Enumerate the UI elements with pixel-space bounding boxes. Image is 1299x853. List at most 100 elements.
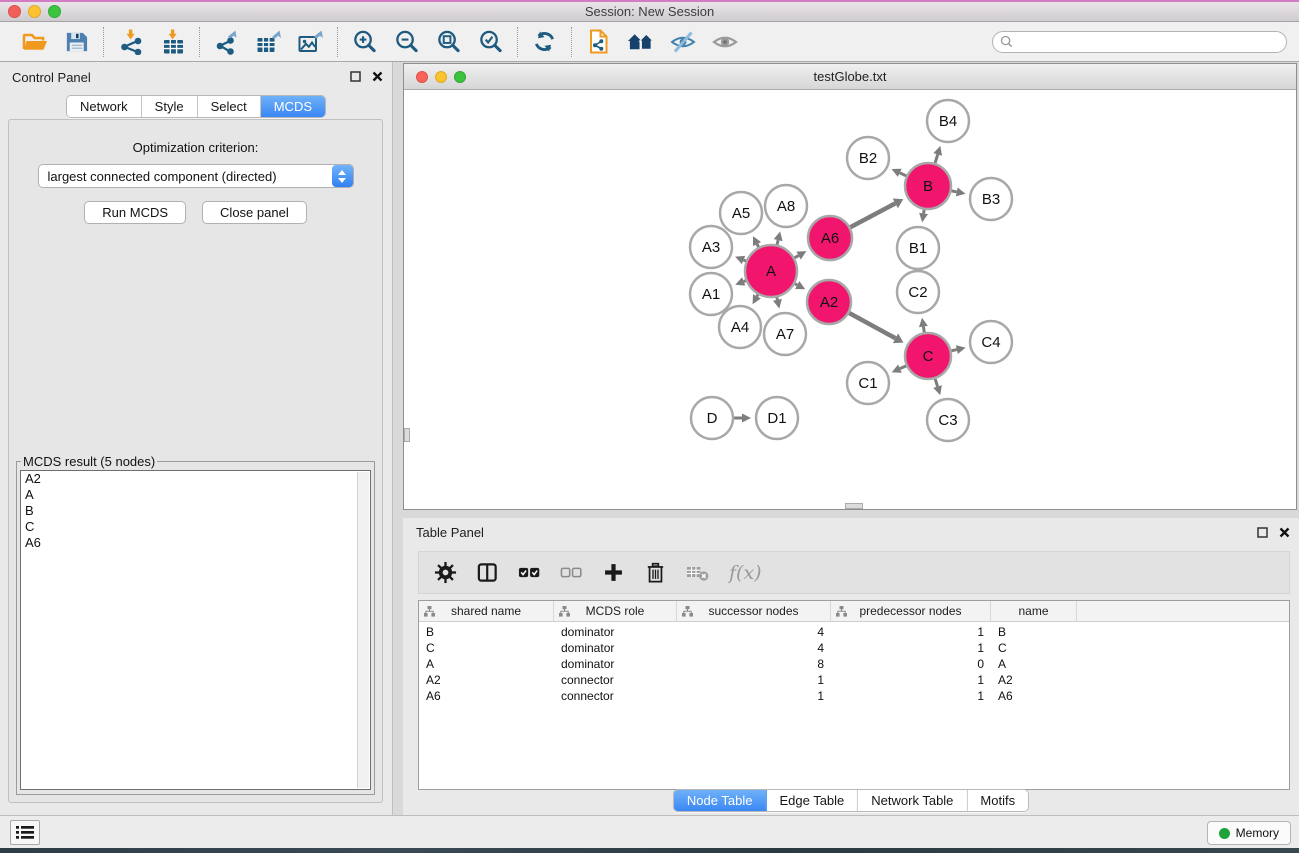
graph-edge-A-A5[interactable] — [757, 244, 759, 247]
mcds-result-item[interactable]: A6 — [21, 535, 370, 551]
table-cell[interactable]: C — [991, 641, 1077, 655]
table-cell[interactable]: A2 — [991, 673, 1077, 687]
tab-mcds[interactable]: MCDS — [261, 96, 325, 117]
network-zoom-button[interactable] — [454, 71, 466, 83]
close-panel-icon[interactable] — [372, 71, 383, 82]
horizontal-scrollbar-thumb[interactable] — [845, 503, 863, 509]
tab-network[interactable]: Network — [67, 96, 142, 117]
graph-edge-A6-B[interactable] — [850, 203, 895, 227]
export-table-icon[interactable] — [255, 28, 282, 55]
graph-edge-B-B2[interactable] — [900, 173, 907, 176]
table-cell[interactable]: C — [419, 641, 554, 655]
column-header-predecessor-nodes[interactable]: predecessor nodes — [831, 601, 991, 621]
table-cell[interactable]: A — [991, 657, 1077, 671]
graph-edge-B-B3[interactable] — [952, 191, 957, 192]
table-row[interactable]: Cdominator41C — [419, 640, 1289, 656]
select-all-icon[interactable] — [518, 561, 541, 584]
table-cell[interactable]: 8 — [677, 657, 831, 671]
column-header-name[interactable]: name — [991, 601, 1077, 621]
zoom-fit-icon[interactable] — [435, 28, 462, 55]
graph-edge-A-A3[interactable] — [743, 260, 745, 261]
tab-network-table[interactable]: Network Table — [858, 790, 967, 811]
graph-edge-A-A6[interactable] — [795, 256, 799, 258]
tab-node-table[interactable]: Node Table — [674, 790, 767, 811]
graph-edge-C-C4[interactable] — [951, 350, 956, 351]
graph-edge-B-B1[interactable] — [924, 210, 925, 214]
table-cell[interactable]: dominator — [554, 657, 677, 671]
table-cell[interactable]: B — [991, 625, 1077, 639]
network-graph[interactable]: B4B2BB3B1A5A8A6A3AA1A2C2A4A7C4CC1C3DD1 — [404, 90, 1296, 510]
graph-edge-C-C1[interactable] — [900, 366, 906, 369]
table-cell[interactable]: dominator — [554, 641, 677, 655]
network-close-button[interactable] — [416, 71, 428, 83]
mcds-result-item[interactable]: C — [21, 519, 370, 535]
graph-edge-C-C2[interactable] — [923, 327, 924, 333]
column-header-mcds-role[interactable]: MCDS role — [554, 601, 677, 621]
tab-motifs[interactable]: Motifs — [967, 790, 1028, 811]
search-field[interactable] — [992, 31, 1287, 53]
table-cell[interactable]: 1 — [677, 689, 831, 703]
table-row[interactable]: Bdominator41B — [419, 624, 1289, 640]
table-cell[interactable]: A2 — [419, 673, 554, 687]
import-network-icon[interactable] — [117, 28, 144, 55]
home-view-icon[interactable] — [627, 28, 654, 55]
table-cell[interactable]: B — [419, 625, 554, 639]
vertical-scrollbar-thumb[interactable] — [404, 428, 410, 442]
refresh-view-icon[interactable] — [531, 28, 558, 55]
share-document-icon[interactable] — [585, 28, 612, 55]
save-session-icon[interactable] — [63, 28, 90, 55]
table-cell[interactable]: connector — [554, 689, 677, 703]
delete-column-icon[interactable] — [644, 561, 667, 584]
optimization-criterion-select[interactable]: largest connected component (directed) — [38, 164, 354, 188]
graph-edge-C-C3[interactable] — [935, 379, 937, 387]
table-cell[interactable]: 1 — [831, 641, 991, 655]
column-settings-icon[interactable] — [434, 561, 457, 584]
column-header-successor-nodes[interactable]: successor nodes — [677, 601, 831, 621]
graph-edge-A-A8[interactable] — [777, 240, 778, 245]
table-row[interactable]: A2connector11A2 — [419, 672, 1289, 688]
table-cell[interactable]: 1 — [677, 673, 831, 687]
export-network-icon[interactable] — [213, 28, 240, 55]
float-table-panel-icon[interactable] — [1257, 527, 1268, 538]
mcds-result-list[interactable]: A2ABCA6 — [20, 470, 371, 790]
mcds-result-item[interactable]: B — [21, 503, 370, 519]
table-cell[interactable]: 4 — [677, 625, 831, 639]
network-minimize-button[interactable] — [435, 71, 447, 83]
zoom-out-icon[interactable] — [393, 28, 420, 55]
table-cell[interactable]: dominator — [554, 625, 677, 639]
zoom-window-button[interactable] — [48, 5, 61, 18]
import-table-icon[interactable] — [159, 28, 186, 55]
float-panel-icon[interactable] — [350, 71, 361, 82]
column-layout-icon[interactable] — [476, 561, 499, 584]
graph-edge-A-A7[interactable] — [777, 297, 778, 299]
table-row[interactable]: A6connector11A6 — [419, 688, 1289, 704]
close-panel-button[interactable]: Close panel — [202, 201, 307, 224]
result-list-scrollbar[interactable] — [357, 472, 369, 788]
deselect-all-icon[interactable] — [560, 561, 583, 584]
delete-table-icon[interactable] — [686, 564, 710, 582]
table-cell[interactable]: 1 — [831, 689, 991, 703]
table-cell[interactable]: A6 — [419, 689, 554, 703]
zoom-in-icon[interactable] — [351, 28, 378, 55]
graph-edge-A-A2[interactable] — [795, 284, 797, 285]
close-table-panel-icon[interactable] — [1279, 527, 1290, 538]
column-header-shared-name[interactable]: shared name — [419, 601, 554, 621]
tab-style[interactable]: Style — [142, 96, 198, 117]
graph-edge-A-A1[interactable] — [744, 281, 746, 282]
graph-edge-B-B4[interactable] — [935, 154, 938, 163]
table-row[interactable]: Adominator80A — [419, 656, 1289, 672]
mcds-result-item[interactable]: A — [21, 487, 370, 503]
graph-edge-A2-C[interactable] — [849, 313, 895, 338]
table-cell[interactable]: A6 — [991, 689, 1077, 703]
table-cell[interactable]: 1 — [831, 625, 991, 639]
table-cell[interactable]: 1 — [831, 673, 991, 687]
hide-selected-icon[interactable] — [669, 28, 696, 55]
table-cell[interactable]: connector — [554, 673, 677, 687]
memory-button[interactable]: Memory — [1207, 821, 1291, 845]
tab-edge-table[interactable]: Edge Table — [766, 790, 858, 811]
close-window-button[interactable] — [8, 5, 21, 18]
show-all-icon[interactable] — [711, 28, 738, 55]
open-session-icon[interactable] — [21, 28, 48, 55]
run-mcds-button[interactable]: Run MCDS — [84, 201, 186, 224]
add-column-icon[interactable] — [602, 561, 625, 584]
